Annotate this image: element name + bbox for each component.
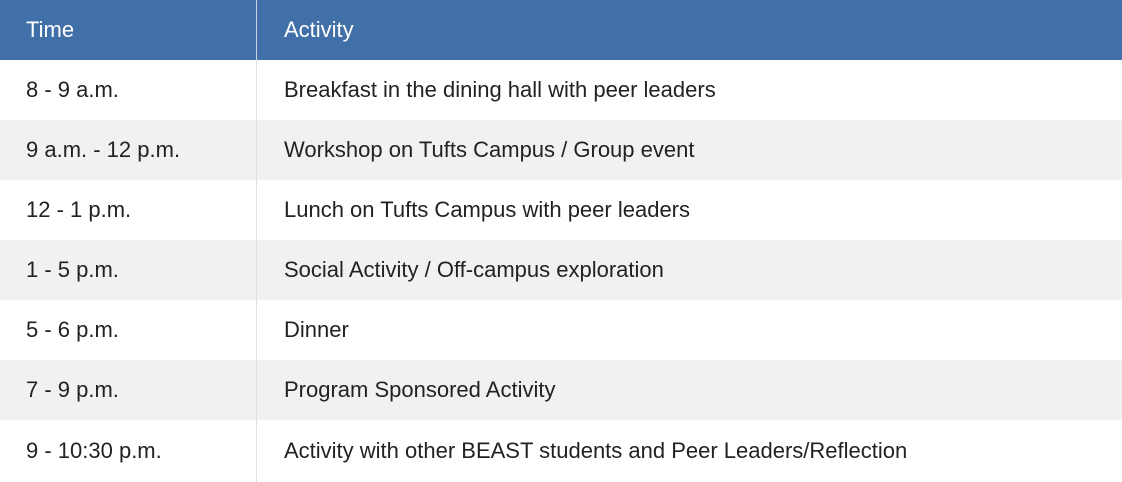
column-header-time: Time: [0, 0, 257, 60]
table-row: 9 a.m. - 12 p.m. Workshop on Tufts Campu…: [0, 120, 1122, 180]
schedule-table: Time Activity 8 - 9 a.m. Breakfast in th…: [0, 0, 1122, 482]
table-row: 12 - 1 p.m. Lunch on Tufts Campus with p…: [0, 180, 1122, 240]
table-row: 1 - 5 p.m. Social Activity / Off-campus …: [0, 240, 1122, 300]
time-cell: 5 - 6 p.m.: [0, 300, 257, 360]
table-row: 5 - 6 p.m. Dinner: [0, 300, 1122, 360]
activity-cell: Breakfast in the dining hall with peer l…: [284, 77, 716, 102]
table-row: 8 - 9 a.m. Breakfast in the dining hall …: [0, 60, 1122, 120]
table-header: Time Activity: [0, 0, 1122, 60]
activity-cell: Social Activity / Off-campus exploration: [284, 257, 664, 282]
time-cell: 1 - 5 p.m.: [0, 240, 257, 300]
time-cell: 9 a.m. - 12 p.m.: [0, 120, 257, 180]
activity-cell: Program Sponsored Activity: [284, 377, 556, 402]
time-cell: 9 - 10:30 p.m.: [0, 420, 257, 482]
time-cell: 7 - 9 p.m.: [0, 360, 257, 420]
table-row: 9 - 10:30 p.m. Activity with other BEAST…: [0, 420, 1122, 482]
activity-cell: Workshop on Tufts Campus / Group event: [284, 137, 695, 162]
activity-cell: Lunch on Tufts Campus with peer leaders: [284, 197, 691, 222]
time-cell: 12 - 1 p.m.: [0, 180, 257, 240]
activity-cell: Dinner: [284, 317, 349, 342]
table-row: 7 - 9 p.m. Program Sponsored Activity: [0, 360, 1122, 420]
activity-cell: Activity with other BEAST students and P…: [284, 438, 908, 463]
column-header-activity: Activity: [284, 17, 354, 42]
time-cell: 8 - 9 a.m.: [0, 60, 257, 120]
